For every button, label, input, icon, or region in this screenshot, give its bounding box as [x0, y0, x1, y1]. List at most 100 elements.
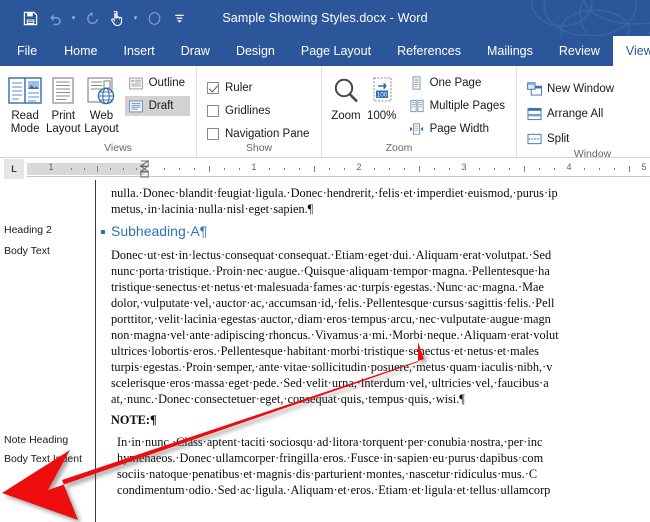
new-window-button[interactable]: New Window: [523, 79, 619, 99]
document-line: scelerisque·eros·massa·eget·pede.·Sed·ve…: [111, 376, 650, 391]
document-line: tristique·senectus·et·netus·et·malesuada…: [111, 280, 650, 295]
zoom-100-button[interactable]: 100 100%: [364, 70, 400, 123]
split-button[interactable]: Split: [523, 129, 619, 149]
ruler-text-area: [145, 163, 650, 175]
style-label-body-text: Body Text: [4, 245, 50, 257]
magnifier-icon: [330, 72, 362, 110]
ribbon-group-zoom: Zoom 100 100% One Page: [321, 66, 516, 158]
ruler-number-4: 4: [566, 162, 571, 172]
ruler-tick: [389, 168, 390, 170]
read-mode-button[interactable]: Read Mode: [6, 70, 44, 136]
draft-view-icon: [128, 98, 144, 114]
style-label-note-heading: Note Heading: [4, 434, 68, 446]
ruler-tick: [123, 168, 124, 170]
new-window-label: New Window: [547, 82, 614, 96]
one-page-label: One Page: [430, 76, 482, 90]
web-layout-label-2: Layout: [84, 123, 119, 136]
gridlines-checkbox-row[interactable]: Gridlines: [203, 102, 313, 120]
document-note-heading: NOTE:¶: [111, 413, 650, 428]
navigation-pane-checkbox-row[interactable]: Navigation Pane: [203, 125, 313, 143]
title-bar: ▾ ▾ Sample Showing Styles.docx - Word: [0, 0, 650, 36]
ruler-tick-major: [629, 166, 630, 172]
draw-ellipse-icon[interactable]: [142, 5, 166, 31]
read-mode-label-2: Mode: [11, 123, 40, 136]
tab-file[interactable]: File: [0, 36, 51, 66]
print-layout-button[interactable]: Print Layout: [44, 70, 82, 136]
save-icon[interactable]: [18, 5, 42, 31]
arrange-all-button[interactable]: Arrange All: [523, 104, 619, 124]
gridlines-checkbox[interactable]: [207, 105, 219, 117]
tab-review[interactable]: Review: [546, 36, 613, 66]
ruler-tick: [404, 168, 405, 170]
tab-home[interactable]: Home: [51, 36, 110, 66]
indent-markers[interactable]: [140, 160, 149, 178]
document-line: In·in·nunc.·Class·aptent·taciti·sociosqu…: [117, 435, 650, 450]
zoom-button[interactable]: Zoom: [328, 70, 364, 123]
word-application-window: ▾ ▾ Sample Showing Styles.docx - Word Fi…: [0, 0, 650, 522]
horizontal-ruler[interactable]: 1 1 2 3: [27, 161, 650, 177]
zoom-small-buttons: One Page Multiple Pages Page Width: [406, 70, 510, 139]
redo-icon[interactable]: [80, 5, 104, 31]
tab-insert[interactable]: Insert: [111, 36, 168, 66]
ribbon-group-window: New Window Arrange All Split: [516, 66, 628, 158]
show-checkbox-list: Ruler Gridlines Navigation Pane: [203, 76, 313, 143]
ruler-tick: [239, 168, 240, 170]
ruler-tick: [179, 168, 180, 170]
style-label-heading-2: Heading 2: [4, 224, 52, 236]
ribbon-group-views: Read Mode Print Layout Web Layout: [0, 66, 196, 158]
outline-view-button[interactable]: Outline: [125, 73, 190, 93]
document-page[interactable]: nulla.·Donec·blandit·feugiat·ligula.·Don…: [97, 180, 650, 522]
touch-mode-dropdown-caret-icon[interactable]: ▾: [130, 5, 141, 31]
tab-view[interactable]: View: [613, 36, 650, 66]
print-layout-label-2: Layout: [46, 123, 81, 136]
split-icon: [526, 131, 542, 147]
outline-view-icon: [128, 75, 144, 91]
tab-references[interactable]: References: [384, 36, 474, 66]
ruler-tick: [71, 168, 72, 170]
ruler-tick: [494, 168, 495, 170]
ruler-tick: [84, 168, 85, 170]
navigation-pane-checkbox[interactable]: [207, 128, 219, 140]
navigation-pane-label: Navigation Pane: [225, 127, 309, 141]
multiple-pages-button[interactable]: Multiple Pages: [406, 96, 510, 116]
document-line: nunc·porta·tristique.·Proin·nec·augue.·Q…: [111, 264, 650, 279]
ruler-number-5: 5: [641, 162, 646, 172]
document-line: turpis·egestas.·Proin·semper,·ante·vitae…: [111, 360, 650, 375]
one-page-icon: [409, 75, 425, 91]
page-width-button[interactable]: Page Width: [406, 119, 510, 139]
document-line: condimentum·odio.·Sed·ac·ligula.·Aliquam…: [117, 483, 650, 498]
draft-view-button[interactable]: Draft: [125, 96, 190, 116]
tab-draw[interactable]: Draw: [168, 36, 223, 66]
read-mode-icon: [8, 72, 42, 110]
window-small-buttons: New Window Arrange All Split: [523, 76, 619, 149]
web-layout-button[interactable]: Web Layout: [82, 70, 120, 136]
tab-page-layout[interactable]: Page Layout: [288, 36, 384, 66]
heading-collapse-bullet-icon[interactable]: [101, 230, 105, 234]
ruler-tick-major: [209, 166, 210, 172]
ruler-checkbox-row[interactable]: Ruler: [203, 79, 313, 97]
undo-dropdown-caret-icon[interactable]: ▾: [68, 5, 79, 31]
document-line: nulla.·Donec·blandit·feugiat·ligula.·Don…: [111, 186, 650, 201]
tab-mailings[interactable]: Mailings: [474, 36, 546, 66]
tab-design[interactable]: Design: [223, 36, 288, 66]
touch-mouse-mode-icon[interactable]: [105, 5, 129, 31]
tab-stop-selector[interactable]: L: [4, 159, 24, 179]
ruler-checkbox[interactable]: [207, 82, 219, 94]
undo-icon[interactable]: [43, 5, 67, 31]
document-line: at,·nunc.·Donec·consectetuer·eget,·conse…: [111, 392, 650, 407]
arrange-all-icon: [526, 106, 542, 122]
window-group-label: Window: [557, 149, 628, 158]
multiple-pages-label: Multiple Pages: [430, 99, 505, 113]
ruler-tick: [224, 168, 225, 170]
split-label: Split: [547, 132, 569, 146]
ruler-tick: [194, 168, 195, 170]
customize-quick-access-toolbar-icon[interactable]: [167, 5, 191, 31]
one-page-button[interactable]: One Page: [406, 73, 510, 93]
print-layout-label-1: Print: [51, 110, 75, 123]
zoom-100-icon: 100: [366, 72, 398, 110]
ruler-tick: [110, 168, 111, 170]
ruler-tick: [554, 168, 555, 170]
style-area-pane[interactable]: Heading 2 Body Text Note Heading Body Te…: [0, 180, 96, 522]
ruler-tick: [136, 168, 137, 170]
ruler-tick: [284, 168, 285, 170]
